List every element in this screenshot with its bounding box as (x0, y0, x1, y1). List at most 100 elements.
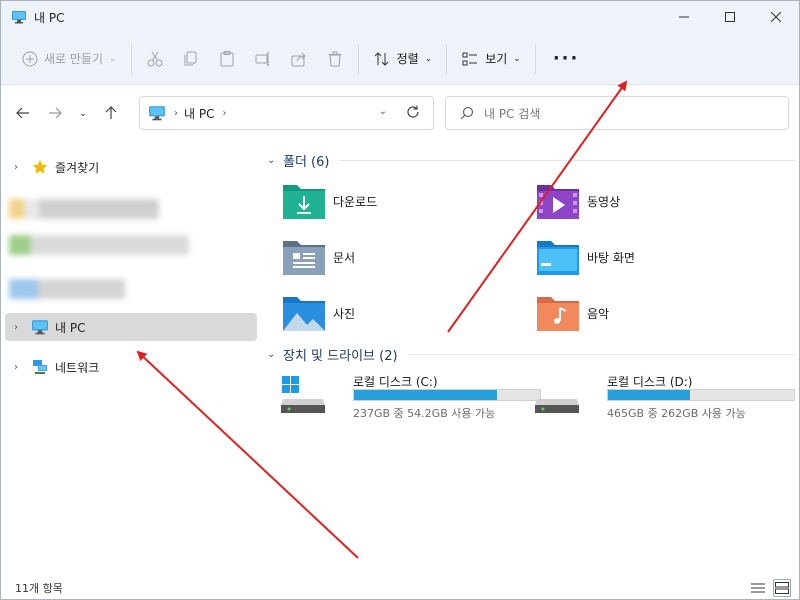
details-view-icon (751, 583, 765, 593)
drive-icon (535, 399, 579, 413)
chevron-right-icon[interactable]: › (5, 322, 27, 333)
group-header-folders[interactable]: ⌄ 폴더 (6) (267, 151, 795, 170)
view-button-label: 보기 (485, 52, 508, 66)
redacted-item (9, 199, 159, 219)
share-icon (291, 52, 306, 66)
chevron-down-icon[interactable]: ⌄ (267, 155, 281, 166)
title-bar: 내 PC (1, 1, 799, 33)
drive-label: 로컬 디스크 (D:) (607, 375, 693, 389)
separator (534, 43, 536, 74)
close-icon (771, 12, 781, 22)
address-dropdown-icon[interactable]: ⌄ (379, 106, 387, 117)
folder-label: 문서 (333, 250, 356, 265)
chevron-down-icon: ⌄ (109, 53, 117, 64)
folder-item[interactable]: 바탕 화면 (535, 235, 635, 279)
folder-label: 바탕 화면 (587, 250, 635, 265)
video-folder-icon (537, 185, 579, 219)
window-title: 내 PC (34, 10, 65, 25)
paste-button[interactable] (209, 42, 245, 76)
up-button[interactable] (98, 100, 124, 126)
minimize-button[interactable] (661, 1, 707, 33)
maximize-icon (725, 12, 735, 22)
chevron-down-icon: ⌄ (513, 53, 521, 64)
address-bar[interactable]: › 내 PC › ⌄ (139, 96, 434, 130)
sort-icon (374, 51, 388, 66)
breadcrumb-this-pc[interactable]: 내 PC (184, 105, 214, 122)
sidebar-label: 즐겨찾기 (55, 160, 100, 175)
sort-button-label: 정렬 (396, 52, 419, 66)
back-button[interactable] (10, 100, 36, 126)
tiles-view-button[interactable] (773, 579, 791, 597)
view-list-icon (462, 52, 478, 65)
search-box[interactable]: 내 PC 검색 (445, 96, 789, 130)
folder-item[interactable]: 동영상 (535, 179, 620, 223)
divider (339, 160, 795, 161)
tiles-view-icon (775, 582, 789, 594)
new-button-label: 새로 만들기 (44, 52, 104, 66)
separator (357, 43, 359, 74)
documents-folder-icon (283, 241, 325, 275)
redacted-item (9, 235, 189, 255)
chevron-right-icon[interactable]: › (222, 108, 226, 119)
this-pc-icon (32, 320, 48, 335)
trash-icon (328, 51, 342, 66)
drive-item[interactable]: 로컬 디스크 (D:) 465GB 중 262GB 사용 가능 (535, 371, 795, 425)
drive-space-info: 465GB 중 262GB 사용 가능 (607, 407, 746, 420)
sidebar-item-this-pc[interactable]: › 내 PC (5, 313, 257, 341)
network-icon (33, 360, 47, 374)
folder-item[interactable]: 다운로드 (281, 179, 377, 223)
arrow-left-icon (16, 107, 29, 119)
cut-button[interactable] (137, 42, 173, 76)
folder-item[interactable]: 사진 (281, 291, 355, 335)
share-button[interactable] (281, 42, 317, 76)
chevron-down-icon[interactable]: ⌄ (267, 349, 281, 360)
folder-item[interactable]: 음악 (535, 291, 609, 335)
group-header-drives[interactable]: ⌄ 장치 및 드라이브 (2) (267, 345, 795, 364)
separator (446, 43, 448, 74)
folder-label: 사진 (333, 306, 356, 321)
details-view-button[interactable] (749, 579, 767, 597)
drive-item[interactable]: 로컬 디스크 (C:) 237GB 중 54.2GB 사용 가능 (281, 371, 541, 425)
drive-usage-fill (354, 390, 498, 400)
arrow-up-icon (105, 106, 117, 119)
drive-usage-fill (608, 390, 690, 400)
recent-locations-button[interactable]: ⌄ (70, 100, 96, 126)
drive-usage-bar (607, 389, 795, 401)
drive-usage-bar (353, 389, 541, 401)
delete-button[interactable] (317, 42, 353, 76)
folder-item[interactable]: 문서 (281, 235, 355, 279)
minimize-icon (679, 16, 689, 18)
plus-circle-icon (22, 51, 38, 66)
search-icon (460, 106, 474, 120)
folder-label: 다운로드 (333, 194, 378, 209)
drive-label: 로컬 디스크 (C:) (353, 375, 438, 389)
folder-label: 음악 (587, 306, 610, 321)
chevron-right-icon[interactable]: › (5, 162, 27, 173)
scissors-icon (147, 51, 163, 66)
sidebar-item-favorites[interactable]: › 즐겨찾기 (5, 153, 257, 181)
sort-button[interactable]: 정렬 ⌄ (364, 42, 442, 76)
sidebar-item-network[interactable]: › 네트워크 (5, 353, 257, 381)
paste-icon (220, 50, 234, 66)
navigation-bar: ⌄ › 내 PC › ⌄ 내 PC 검색 (1, 86, 799, 140)
rename-icon (255, 52, 270, 65)
chevron-down-icon: ⌄ (424, 53, 433, 64)
chevron-right-icon[interactable]: › (5, 362, 27, 373)
drive-space-info: 237GB 중 54.2GB 사용 가능 (353, 407, 496, 420)
forward-button[interactable] (42, 100, 68, 126)
see-more-button[interactable]: ··· (541, 42, 592, 76)
copy-button[interactable] (173, 42, 209, 76)
file-explorer-window: 내 PC 새로 만들기 ⌄ 정렬 ⌄ 보기 ⌄ ··· ⌄ › 내 PC › ⌄… (0, 0, 800, 600)
navigation-pane: › 즐겨찾기 › 내 PC › 네트워크 (1, 141, 259, 577)
rename-button[interactable] (245, 42, 281, 76)
view-button[interactable]: 보기 ⌄ (452, 42, 530, 76)
maximize-button[interactable] (707, 1, 753, 33)
new-button[interactable]: 새로 만들기 ⌄ (13, 42, 126, 76)
this-pc-icon (149, 106, 165, 121)
chevron-right-icon: › (174, 107, 178, 119)
refresh-icon[interactable] (405, 104, 421, 120)
close-button[interactable] (753, 1, 799, 33)
separator (130, 43, 132, 74)
command-bar: 새로 만들기 ⌄ 정렬 ⌄ 보기 ⌄ ··· (1, 33, 799, 85)
item-count: 11개 항목 (15, 582, 63, 595)
